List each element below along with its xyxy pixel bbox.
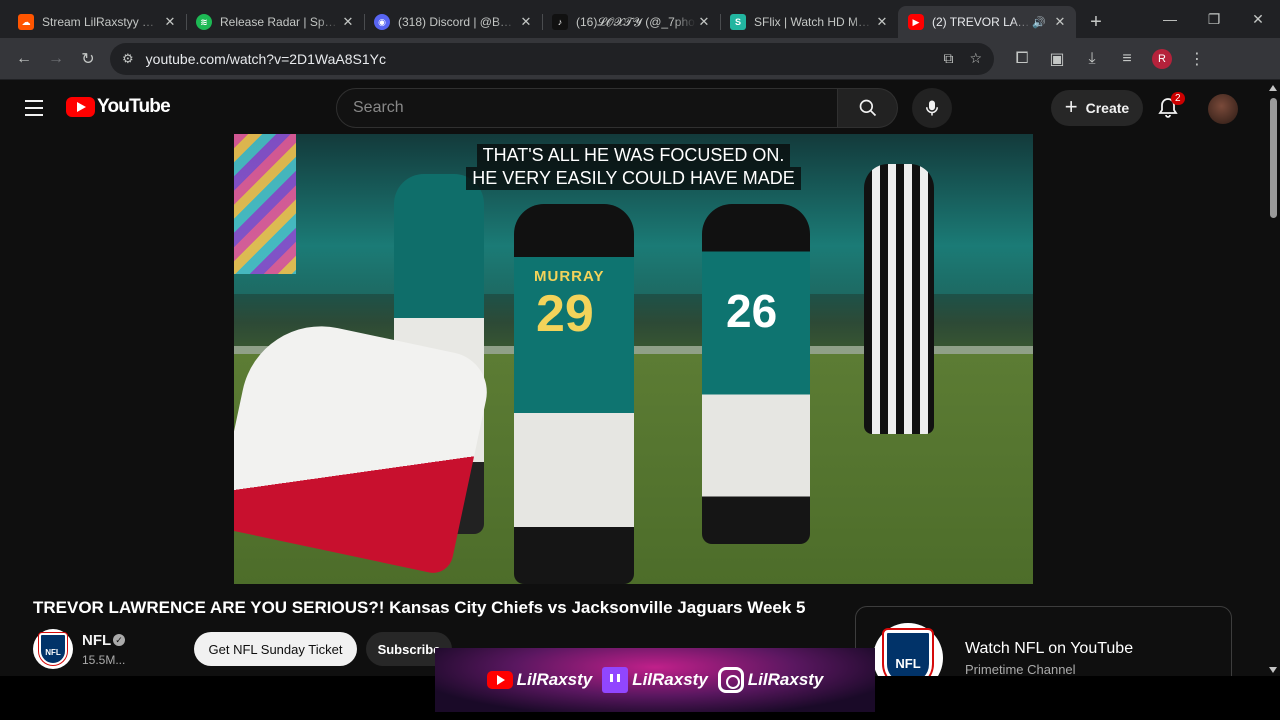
profile-avatar: R <box>1152 48 1172 69</box>
jersey-number-26: 26 <box>726 285 778 337</box>
overlay-youtube-handle: LilRaxsty <box>516 670 593 689</box>
video-player-figure-murray: MURRAY 29 <box>514 204 634 584</box>
close-tab-icon[interactable]: ✕ <box>1052 14 1068 30</box>
overlay-instagram-handle: LilRaxsty <box>747 670 824 689</box>
video-title: TREVOR LAWRENCE ARE YOU SERIOUS?! Kansas… <box>33 598 806 617</box>
youtube-logo-text: YouTube <box>97 96 171 117</box>
minimize-icon[interactable]: — <box>1148 0 1192 38</box>
overlay-twitch: LilRaxsty <box>602 667 708 693</box>
tab-title: Release Radar | Spotify <box>220 15 340 29</box>
jersey-name: MURRAY <box>534 268 605 285</box>
soundcloud-icon: ☁ <box>18 14 34 30</box>
search-input[interactable] <box>353 99 837 117</box>
browser-toolbar: ← → ↻ ⚙ youtube.com/watch?v=2D1WaA8S1Yc … <box>0 38 1280 80</box>
sflix-icon: S <box>730 14 746 30</box>
promo-subtitle: Primetime Channel <box>965 662 1076 677</box>
close-tab-icon[interactable]: ✕ <box>340 14 356 30</box>
tab-title: (16)𝓛𝓞𝓧𝓣𝓨 (@_7pho <box>576 14 695 29</box>
tab-title: (2) TREVOR LAWRENCE <box>932 15 1032 29</box>
video-player[interactable]: MURRAY 29 26 THAT'S ALL HE WAS FOCUSED O… <box>234 134 1033 584</box>
channel-name[interactable]: NFL <box>82 632 111 649</box>
caption-line-1: THAT'S ALL HE WAS FOCUSED ON. <box>476 144 791 167</box>
scrollbar-thumb[interactable] <box>1270 98 1277 218</box>
social-handles-overlay: LilRaxsty LilRaxsty LilRaxsty <box>435 648 875 712</box>
maximize-icon[interactable]: ❐ <box>1192 0 1236 38</box>
plus-icon: + <box>1064 94 1078 119</box>
youtube-overlay-icon <box>486 671 513 689</box>
video-captions: THAT'S ALL HE WAS FOCUSED ON. HE VERY EA… <box>234 144 1033 190</box>
reading-list-icon[interactable]: ≡ <box>1111 43 1143 75</box>
overlay-youtube: LilRaxsty <box>486 670 593 690</box>
instagram-icon <box>717 667 744 693</box>
spotify-icon: ≋ <box>196 14 212 30</box>
search-button[interactable] <box>838 88 898 128</box>
site-settings-icon[interactable]: ⚙ <box>122 51 134 67</box>
caption-line-2: HE VERY EASILY COULD HAVE MADE <box>466 167 801 190</box>
tab-youtube-active[interactable]: ▶ (2) TREVOR LAWRENCE 🔊 ✕ <box>898 6 1076 38</box>
nfl-shield-icon: NFL <box>39 633 67 665</box>
discord-icon: ◉ <box>374 14 390 30</box>
forward-icon[interactable]: → <box>40 43 72 75</box>
notification-badge: 2 <box>1171 92 1185 105</box>
sunday-ticket-button[interactable]: Get NFL Sunday Ticket <box>194 632 357 666</box>
promo-title: Watch NFL on YouTube <box>965 640 1134 657</box>
youtube-play-icon <box>66 97 95 117</box>
tiktok-icon: ♪ <box>552 14 568 30</box>
extensions-icon[interactable]: ⧠ <box>1006 43 1038 75</box>
close-tab-icon[interactable]: ✕ <box>162 14 178 30</box>
tab-title: (318) Discord | @Better <box>398 15 518 29</box>
account-avatar[interactable] <box>1208 94 1238 124</box>
notifications-button[interactable]: 2 <box>1156 92 1185 120</box>
youtube-header: YouTube + Create 2 <box>0 80 1266 136</box>
twitch-icon <box>602 667 629 693</box>
overlay-instagram: LilRaxsty <box>717 667 824 693</box>
tab-title: SFlix | Watch HD Movies <box>754 15 874 29</box>
reload-icon[interactable]: ↻ <box>72 43 104 75</box>
tab-sflix[interactable]: S SFlix | Watch HD Movies ✕ <box>720 6 898 38</box>
youtube-logo[interactable]: YouTube <box>66 96 171 118</box>
tab-soundcloud[interactable]: ☁ Stream LilRaxstyy music ✕ <box>8 6 186 38</box>
voice-search-button[interactable] <box>912 88 952 128</box>
create-button[interactable]: + Create <box>1051 90 1143 126</box>
profile-button[interactable]: R <box>1146 43 1178 75</box>
microphone-icon <box>926 100 938 116</box>
tab-spotify[interactable]: ≋ Release Radar | Spotify ✕ <box>186 6 364 38</box>
video-referee-figure <box>864 164 934 434</box>
subscriber-count: 15.5M... <box>82 653 126 667</box>
close-tab-icon[interactable]: ✕ <box>518 14 534 30</box>
media-control-icon[interactable]: ▣ <box>1041 43 1073 75</box>
jersey-number-29: 29 <box>536 285 594 343</box>
scroll-down-icon[interactable] <box>1269 667 1277 673</box>
menu-kebab-icon[interactable]: ⋮ <box>1181 43 1213 75</box>
browser-tabstrip: ☁ Stream LilRaxstyy music ✕ ≋ Release Ra… <box>0 0 1280 38</box>
create-label: Create <box>1085 100 1130 116</box>
downloads-icon[interactable]: ⤓ <box>1076 43 1108 75</box>
new-tab-button[interactable]: + <box>1080 6 1112 38</box>
tab-discord[interactable]: ◉ (318) Discord | @Better ✕ <box>364 6 542 38</box>
tab-tiktok[interactable]: ♪ (16)𝓛𝓞𝓧𝓣𝓨 (@_7pho ✕ <box>542 6 720 38</box>
hamburger-menu-icon[interactable] <box>22 98 46 118</box>
speaker-icon[interactable]: 🔊 <box>1032 16 1046 29</box>
youtube-favicon-icon: ▶ <box>908 14 924 30</box>
channel-avatar[interactable]: NFL <box>33 629 73 669</box>
window-controls: — ❐ ✕ <box>1148 0 1280 38</box>
page-scrollbar[interactable] <box>1266 80 1280 680</box>
bookmark-star-icon[interactable]: ☆ <box>969 50 982 67</box>
scroll-up-icon[interactable] <box>1269 85 1277 91</box>
close-tab-icon[interactable]: ✕ <box>696 14 712 30</box>
install-app-icon[interactable]: ⧉ <box>943 50 953 67</box>
address-bar[interactable]: ⚙ youtube.com/watch?v=2D1WaA8S1Yc ⧉ ☆ <box>110 42 994 75</box>
close-tab-icon[interactable]: ✕ <box>874 14 890 30</box>
tab-title: Stream LilRaxstyy music <box>42 15 162 29</box>
search-box[interactable] <box>336 88 838 128</box>
search-icon <box>859 99 876 117</box>
overlay-twitch-handle: LilRaxsty <box>632 670 708 689</box>
video-player-figure-26: 26 <box>702 204 810 544</box>
url-text[interactable]: youtube.com/watch?v=2D1WaA8S1Yc <box>146 51 928 67</box>
verified-check-icon: ✓ <box>113 634 125 646</box>
back-icon[interactable]: ← <box>8 43 40 75</box>
close-window-icon[interactable]: ✕ <box>1236 0 1280 38</box>
